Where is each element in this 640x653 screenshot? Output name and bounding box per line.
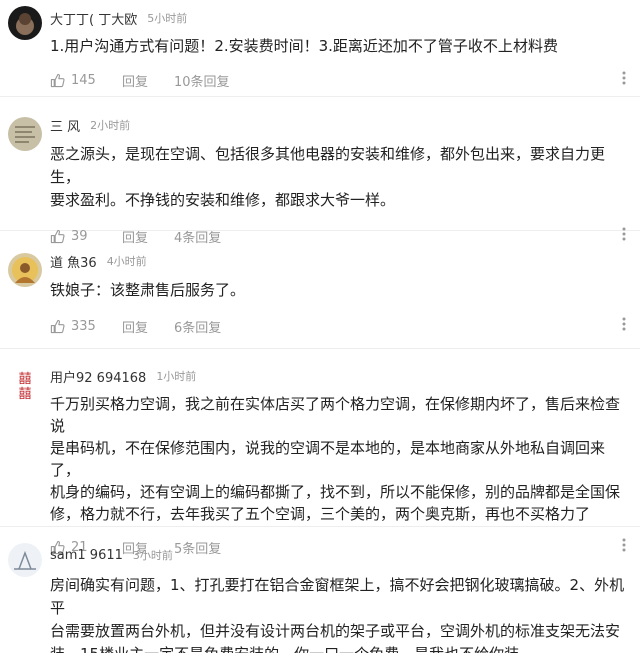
comment-item: 三 风 2小时前 恶之源头，是现在空调、包括很多其他电器的安装和维修，都外包出来…	[0, 97, 640, 246]
like-count: 335	[71, 318, 96, 334]
comment-item: 囍囍 用户92 694168 1小时前 千万别买格力空调，我之前在实体店买了两个…	[0, 349, 640, 557]
avatar[interactable]	[8, 543, 42, 577]
comment-item: 大丁丁( 丁大欧 5小时前 1.用户沟通方式有问题！2.安装费时间！3.距离近还…	[0, 0, 640, 97]
comment-text: 铁娘子：该整肃售后服务了。	[50, 281, 246, 299]
comment-header: 道 魚36 4小时前	[50, 247, 640, 275]
comment-feed: 大丁丁( 丁大欧 5小时前 1.用户沟通方式有问题！2.安装费时间！3.距离近还…	[0, 0, 640, 653]
avatar[interactable]	[8, 6, 42, 40]
comment-header: 三 风 2小时前	[50, 111, 640, 139]
reply-button[interactable]: 回复	[122, 317, 172, 336]
comment-actions: 145 回复 10条回复	[50, 62, 640, 98]
avatar[interactable]: 囍囍	[8, 367, 42, 401]
timestamp: 3小时前	[132, 549, 173, 562]
comment-text: 1.用户沟通方式有问题！2.安装费时间！3.距离近还加不了管子收不上材料费	[50, 37, 558, 55]
replies-count-link[interactable]: 10条回复	[174, 71, 230, 90]
like-count: 145	[71, 72, 96, 88]
comment-text: 千万别买格力空调，我之前在实体店买了两个格力空调，在保修期内坏了，售后来检查说 …	[50, 395, 621, 523]
thumbs-up-icon	[50, 319, 65, 333]
more-options-icon[interactable]	[622, 71, 626, 89]
timestamp: 5小时前	[147, 12, 188, 25]
svg-text:囍: 囍	[18, 372, 31, 387]
like-button[interactable]: 335	[50, 319, 122, 334]
like-button[interactable]: 145	[50, 73, 122, 88]
avatar[interactable]	[8, 253, 42, 287]
username[interactable]: 道 魚36	[50, 252, 97, 271]
comment-header: sam1 9611 3小时前	[50, 541, 640, 569]
comment-header: 用户92 694168 1小时前	[50, 362, 640, 390]
comment-text: 恶之源头，是现在空调、包括很多其他电器的安装和维修，都外包出来，要求自力更生， …	[50, 145, 606, 209]
timestamp: 1小时前	[156, 370, 197, 383]
more-options-icon[interactable]	[622, 317, 626, 335]
timestamp: 4小时前	[106, 255, 147, 268]
comment-text: 房间确实有问题，1、打孔要打在铝合金窗框架上，搞不好会把钢化玻璃搞破。2、外机平…	[50, 576, 625, 653]
reply-button[interactable]: 回复	[122, 71, 172, 90]
username[interactable]: sam1 9611	[50, 548, 123, 563]
username[interactable]: 三 风	[50, 116, 80, 135]
username[interactable]: 大丁丁( 丁大欧	[50, 9, 137, 28]
comment-header: 大丁丁( 丁大欧 5小时前	[50, 4, 640, 32]
avatar[interactable]	[8, 117, 42, 151]
thumbs-up-icon	[50, 73, 65, 87]
username[interactable]: 用户92 694168	[50, 367, 146, 386]
svg-text:囍: 囍	[18, 387, 31, 401]
comment-item: sam1 9611 3小时前 房间确实有问题，1、打孔要打在铝合金窗框架上，搞不…	[0, 527, 640, 653]
replies-count-link[interactable]: 6条回复	[174, 317, 221, 336]
comment-actions: 335 回复 6条回复	[50, 308, 640, 344]
comment-item: 道 魚36 4小时前 铁娘子：该整肃售后服务了。 335 回复 6条回复	[0, 231, 640, 349]
timestamp: 2小时前	[90, 119, 131, 132]
